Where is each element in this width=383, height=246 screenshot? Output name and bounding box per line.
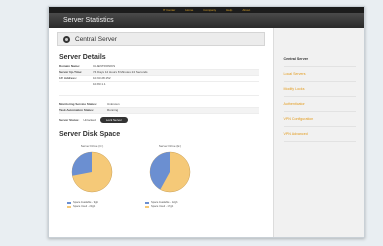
nav-link-company[interactable]: Company [203, 7, 216, 13]
sidebar-item-authenticator[interactable]: Authenticator [283, 97, 356, 112]
disk-title: Server Drive (E:) [158, 144, 182, 148]
legend-swatch [145, 202, 149, 204]
legend-swatch [67, 206, 71, 208]
legend-label: Space Used - 23gb [73, 205, 96, 208]
server-status-value: Unlocked [83, 118, 96, 122]
nav-link-help[interactable]: Help [226, 7, 232, 13]
legend-swatch [67, 202, 71, 204]
server-icon [63, 35, 70, 43]
disk-e-panel: Server Drive (E:) Space Available - 12gb… [141, 144, 199, 209]
row-value: CLIENTRONIKS [93, 64, 116, 68]
disk-legend: Space Available - 9gb Space Used - 23gb [63, 201, 121, 209]
lock-server-button[interactable]: Lock Server [99, 117, 128, 123]
table-row: 10.83.1.1 [59, 82, 259, 96]
row-label: Task Automation Status: [59, 108, 95, 112]
pie-available-slice [72, 152, 92, 176]
row-value: 74 Days 12 Hours 8 Minutes 24 Seconds [93, 70, 148, 74]
sidebar: Central Server Local Servers Modify Lock… [272, 28, 364, 237]
window-titlebar: Server Statistics [49, 13, 364, 28]
legend-used: Space Used - 23gb [67, 205, 121, 209]
legend-used: Space Used - 17gb [145, 205, 199, 209]
content-area: Central Server Server Details Domain Nam… [49, 28, 364, 237]
disk-e-pie-chart [149, 151, 191, 193]
sidebar-item-vpn-advanced[interactable]: VPN Advanced [283, 127, 356, 142]
row-label: I.P. Address: [59, 76, 77, 80]
app-window: IT Center Home Company Help About Server… [48, 6, 365, 238]
server-details-heading: Server Details [59, 54, 106, 61]
legend-label: Space Used - 17gb [151, 205, 174, 208]
disk-c-panel: Server Drive (C:) Space Available - 9gb … [63, 144, 121, 209]
disk-space-heading: Server Disk Space [59, 131, 121, 138]
nav-link-it-center[interactable]: IT Center [163, 7, 175, 13]
sidebar-item-vpn-configuration[interactable]: VPN Configuration [283, 112, 356, 127]
row-value: 10.83.1.1 [93, 82, 106, 86]
table-row: Task Automation Status: Running [59, 108, 259, 114]
disk-c-pie-chart [71, 151, 113, 193]
row-value: Unknown [107, 102, 120, 106]
server-status-label: Server Status: [59, 118, 80, 122]
row-label [59, 82, 93, 95]
window-title: Server Statistics [63, 17, 114, 24]
row-label: Monitoring Service Status: [59, 102, 98, 106]
sidebar-item-local-servers[interactable]: Local Servers [283, 67, 356, 82]
nav-link-about[interactable]: About [242, 7, 250, 13]
server-header: Central Server [57, 32, 265, 46]
disk-title: Server Drive (C:) [80, 144, 104, 148]
row-label: Server Up-Time: [59, 70, 83, 74]
row-label: Domain Name: [59, 64, 81, 68]
disk-legend: Space Available - 12gb Space Used - 17gb [141, 201, 199, 209]
server-status-line: Server Status: Unlocked Lock Server [59, 117, 265, 123]
main-panel: Central Server Server Details Domain Nam… [49, 28, 273, 237]
nav-link-home[interactable]: Home [185, 7, 193, 13]
server-name: Central Server [75, 35, 117, 43]
sidebar-item-central-server[interactable]: Central Server [283, 52, 356, 67]
row-value: 10.93.28.152 [93, 76, 111, 80]
row-value: Running [107, 108, 119, 112]
disk-charts: Server Drive (C:) Space Available - 9gb … [63, 144, 265, 209]
legend-swatch [145, 206, 149, 208]
server-details-table: Domain Name: CLIENTRONIKS Server Up-Time… [59, 64, 259, 114]
sidebar-item-modify-locks[interactable]: Modify Locks [283, 82, 356, 97]
